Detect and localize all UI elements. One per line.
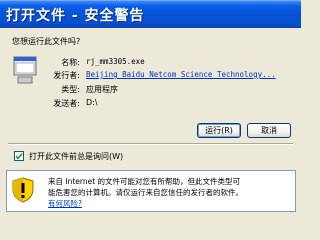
sender-label: 发送者:	[53, 99, 80, 108]
warning-text-line1: 来自 Internet 的文件可能对您有所帮助，但此文件类型可	[48, 177, 241, 186]
checkmark-icon	[15, 153, 23, 160]
divider	[8, 143, 293, 145]
publisher-link[interactable]: Beijing Baidu Netcom Science Technology.…	[86, 70, 276, 79]
warning-text-line2: 能危害您的计算机。请仅运行来自您信任的发行者的软件。	[48, 188, 243, 197]
title-bar[interactable]: 打开文件 - 安全警告	[0, 0, 301, 28]
type-value: 应用程序	[86, 85, 118, 94]
name-value: rj_mm3305.exe	[86, 57, 145, 66]
always-ask-label[interactable]: 打开此文件前总是询问(W)	[29, 151, 123, 162]
run-button[interactable]: 运行(R)	[197, 123, 241, 138]
risk-link[interactable]: 有何风险?	[48, 198, 82, 209]
sender-value: D:\	[86, 98, 98, 107]
application-icon	[12, 55, 38, 85]
name-label: 名称:	[61, 58, 80, 67]
always-ask-checkbox[interactable]	[14, 151, 24, 161]
cancel-button[interactable]: 取消	[247, 123, 291, 138]
window-title: 打开文件 - 安全警告	[6, 8, 145, 24]
security-warning-dialog: 打开文件 - 安全警告 您想运行此文件吗? 名称: rj_mm3305.exe …	[0, 0, 301, 216]
run-question: 您想运行此文件吗?	[12, 37, 81, 46]
security-shield-icon	[12, 177, 34, 203]
type-label: 类型:	[61, 85, 80, 94]
publisher-label: 发行者:	[53, 71, 80, 80]
